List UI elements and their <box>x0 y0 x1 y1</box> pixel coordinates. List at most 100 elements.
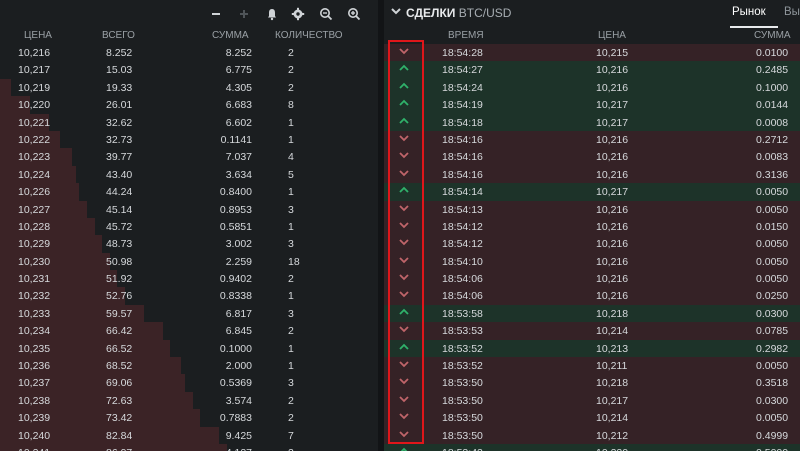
row-count: 2 <box>288 47 294 59</box>
depth-bar <box>0 78 12 97</box>
trades-title[interactable]: СДЕЛКИ BTC/USD <box>406 6 511 20</box>
order-book-row[interactable]: 10,219 19.33 4.305 2 <box>0 78 378 97</box>
row-amount: 0.8953 <box>219 203 252 216</box>
trade-row[interactable]: 18:54:16 10,216 0.3136 <box>384 165 800 184</box>
chevron-down-icon[interactable] <box>390 4 402 18</box>
order-book-row[interactable]: 10,227 45.14 0.8953 3 <box>0 200 378 218</box>
order-book-row[interactable]: 10,238 72.63 3.574 2 <box>0 391 378 410</box>
column-header-total: ВСЕГО <box>102 30 135 41</box>
trade-row[interactable]: 18:54:28 10,215 0.0100 <box>384 44 800 62</box>
order-book-row[interactable]: 10,228 45.72 0.5851 1 <box>0 217 378 236</box>
trades-rows: 18:54:28 10,215 0.0100 18:54:27 10,216 0.2485… <box>384 44 800 451</box>
arrow-down-icon <box>396 429 412 442</box>
order-book-row[interactable]: 10,236 68.52 2.000 1 <box>0 357 378 375</box>
order-book-row[interactable]: 10,226 44.24 0.8400 1 <box>0 183 378 201</box>
row-amount: 2.259 <box>225 255 252 268</box>
trade-row[interactable]: 18:54:12 10,216 0.0050 <box>384 235 800 253</box>
trade-price: 10,216 <box>596 81 629 94</box>
trade-price: 10,216 <box>596 133 629 146</box>
trade-row[interactable]: 18:54:12 10,216 0.0150 <box>384 217 800 236</box>
trade-time: 18:54:06 <box>442 290 483 303</box>
row-price: 10,238 <box>18 394 51 407</box>
minus-icon[interactable] <box>208 6 224 22</box>
trade-row[interactable]: 18:54:24 10,216 0.1000 <box>384 78 800 97</box>
zoom-out-icon[interactable] <box>318 6 334 22</box>
trade-row[interactable]: 18:53:50 10,214 0.0050 <box>384 409 800 427</box>
order-book-row[interactable]: 10,230 50.98 2.259 18 <box>0 252 378 271</box>
order-book-row[interactable]: 10,223 39.77 7.037 4 <box>0 148 378 166</box>
trade-row[interactable]: 18:53:58 10,218 0.0300 <box>384 304 800 323</box>
trade-row[interactable]: 18:53:42 10,220 0.5000 <box>384 443 800 451</box>
trade-row[interactable]: 18:53:52 10,211 0.0050 <box>384 357 800 375</box>
plus-icon[interactable] <box>236 6 252 22</box>
trade-row[interactable]: 18:54:06 10,216 0.0050 <box>384 270 800 288</box>
arrow-up-icon <box>396 81 412 94</box>
row-amount: 9.425 <box>225 429 252 442</box>
order-book-row[interactable]: 10,229 48.73 3.002 3 <box>0 235 378 253</box>
tab-my-trades[interactable]: Вы <box>784 6 800 18</box>
order-book-row[interactable]: 10,241 86.97 4.127 2 <box>0 443 378 451</box>
arrow-up-icon <box>396 116 412 129</box>
order-book-row[interactable]: 10,240 82.84 9.425 7 <box>0 426 378 444</box>
trade-row[interactable]: 18:53:52 10,213 0.2982 <box>384 339 800 358</box>
trade-row[interactable]: 18:54:16 10,216 0.0083 <box>384 148 800 166</box>
trade-row[interactable]: 18:53:53 10,214 0.0785 <box>384 322 800 340</box>
gear-icon[interactable] <box>290 6 306 22</box>
trade-row[interactable]: 18:54:10 10,216 0.0050 <box>384 252 800 271</box>
trade-amount: 0.0050 <box>756 255 789 268</box>
trade-time: 18:54:18 <box>442 116 483 129</box>
bell-icon[interactable] <box>264 6 280 22</box>
trade-row[interactable]: 18:54:27 10,216 0.2485 <box>384 61 800 79</box>
row-total: 32.73 <box>106 133 133 146</box>
order-book-row[interactable]: 10,221 32.62 6.602 1 <box>0 113 378 131</box>
order-book-row[interactable]: 10,220 26.01 6.683 8 <box>0 96 378 114</box>
row-price: 10,229 <box>18 238 51 251</box>
row-total: 8.252 <box>106 47 133 59</box>
zoom-in-icon[interactable] <box>346 6 362 22</box>
order-book-row[interactable]: 10,231 51.92 0.9402 2 <box>0 270 378 288</box>
trade-amount: 0.0050 <box>756 238 789 251</box>
trade-row[interactable]: 18:54:19 10,217 0.0144 <box>384 96 800 114</box>
trade-time: 18:54:27 <box>442 64 483 77</box>
row-total: 45.14 <box>106 203 133 216</box>
row-price: 10,224 <box>18 168 51 181</box>
trade-row[interactable]: 18:54:16 10,216 0.2712 <box>384 130 800 149</box>
order-book-row[interactable]: 10,239 73.42 0.7883 2 <box>0 409 378 427</box>
order-book-row[interactable]: 10,222 32.73 0.1141 1 <box>0 130 378 149</box>
trade-row[interactable]: 18:53:50 10,217 0.0300 <box>384 391 800 410</box>
row-count: 2 <box>288 273 294 286</box>
row-amount: 6.602 <box>225 116 252 129</box>
order-book-row[interactable]: 10,234 66.42 6.845 2 <box>0 322 378 340</box>
row-amount: 0.1000 <box>219 342 252 355</box>
trade-row[interactable]: 18:54:06 10,216 0.0250 <box>384 287 800 305</box>
trade-row[interactable]: 18:53:50 10,218 0.3518 <box>384 374 800 392</box>
row-price: 10,241 <box>18 447 50 451</box>
order-book-row[interactable]: 10,233 59.57 6.817 3 <box>0 304 378 323</box>
order-book-row[interactable]: 10,235 66.52 0.1000 1 <box>0 339 378 358</box>
trade-row[interactable]: 18:53:50 10,212 0.4999 <box>384 426 800 444</box>
order-book-row[interactable]: 10,224 43.40 3.634 5 <box>0 165 378 184</box>
trade-row[interactable]: 18:54:18 10,217 0.0008 <box>384 113 800 131</box>
row-total: 82.84 <box>106 429 133 442</box>
order-book-row[interactable]: 10,237 69.06 0.5369 3 <box>0 374 378 392</box>
order-book-row[interactable]: 10,216 8.252 8.252 2 <box>0 44 378 61</box>
trade-row[interactable]: 18:54:14 10,217 0.0050 <box>384 183 800 201</box>
column-header-time: ВРЕМЯ <box>448 30 484 41</box>
trade-amount: 0.0050 <box>756 273 789 286</box>
trade-price: 10,216 <box>596 290 629 303</box>
row-price: 10,232 <box>18 290 51 303</box>
tab-market[interactable]: Рынок <box>732 6 766 18</box>
trade-amount: 0.0144 <box>756 99 789 112</box>
trade-price: 10,212 <box>596 429 629 442</box>
trade-row[interactable]: 18:54:13 10,216 0.0050 <box>384 200 800 218</box>
trade-amount: 0.3518 <box>756 377 789 390</box>
row-count: 1 <box>288 116 294 129</box>
trade-time: 18:53:50 <box>442 429 483 442</box>
order-book-row[interactable]: 10,217 15.03 6.775 2 <box>0 61 378 78</box>
row-count: 1 <box>288 360 294 373</box>
row-price: 10,231 <box>18 273 51 286</box>
order-book-row[interactable]: 10,232 52.76 0.8338 1 <box>0 287 378 305</box>
row-total: 50.98 <box>106 255 133 268</box>
trade-time: 18:54:16 <box>442 133 483 146</box>
row-amount: 7.037 <box>225 151 252 164</box>
